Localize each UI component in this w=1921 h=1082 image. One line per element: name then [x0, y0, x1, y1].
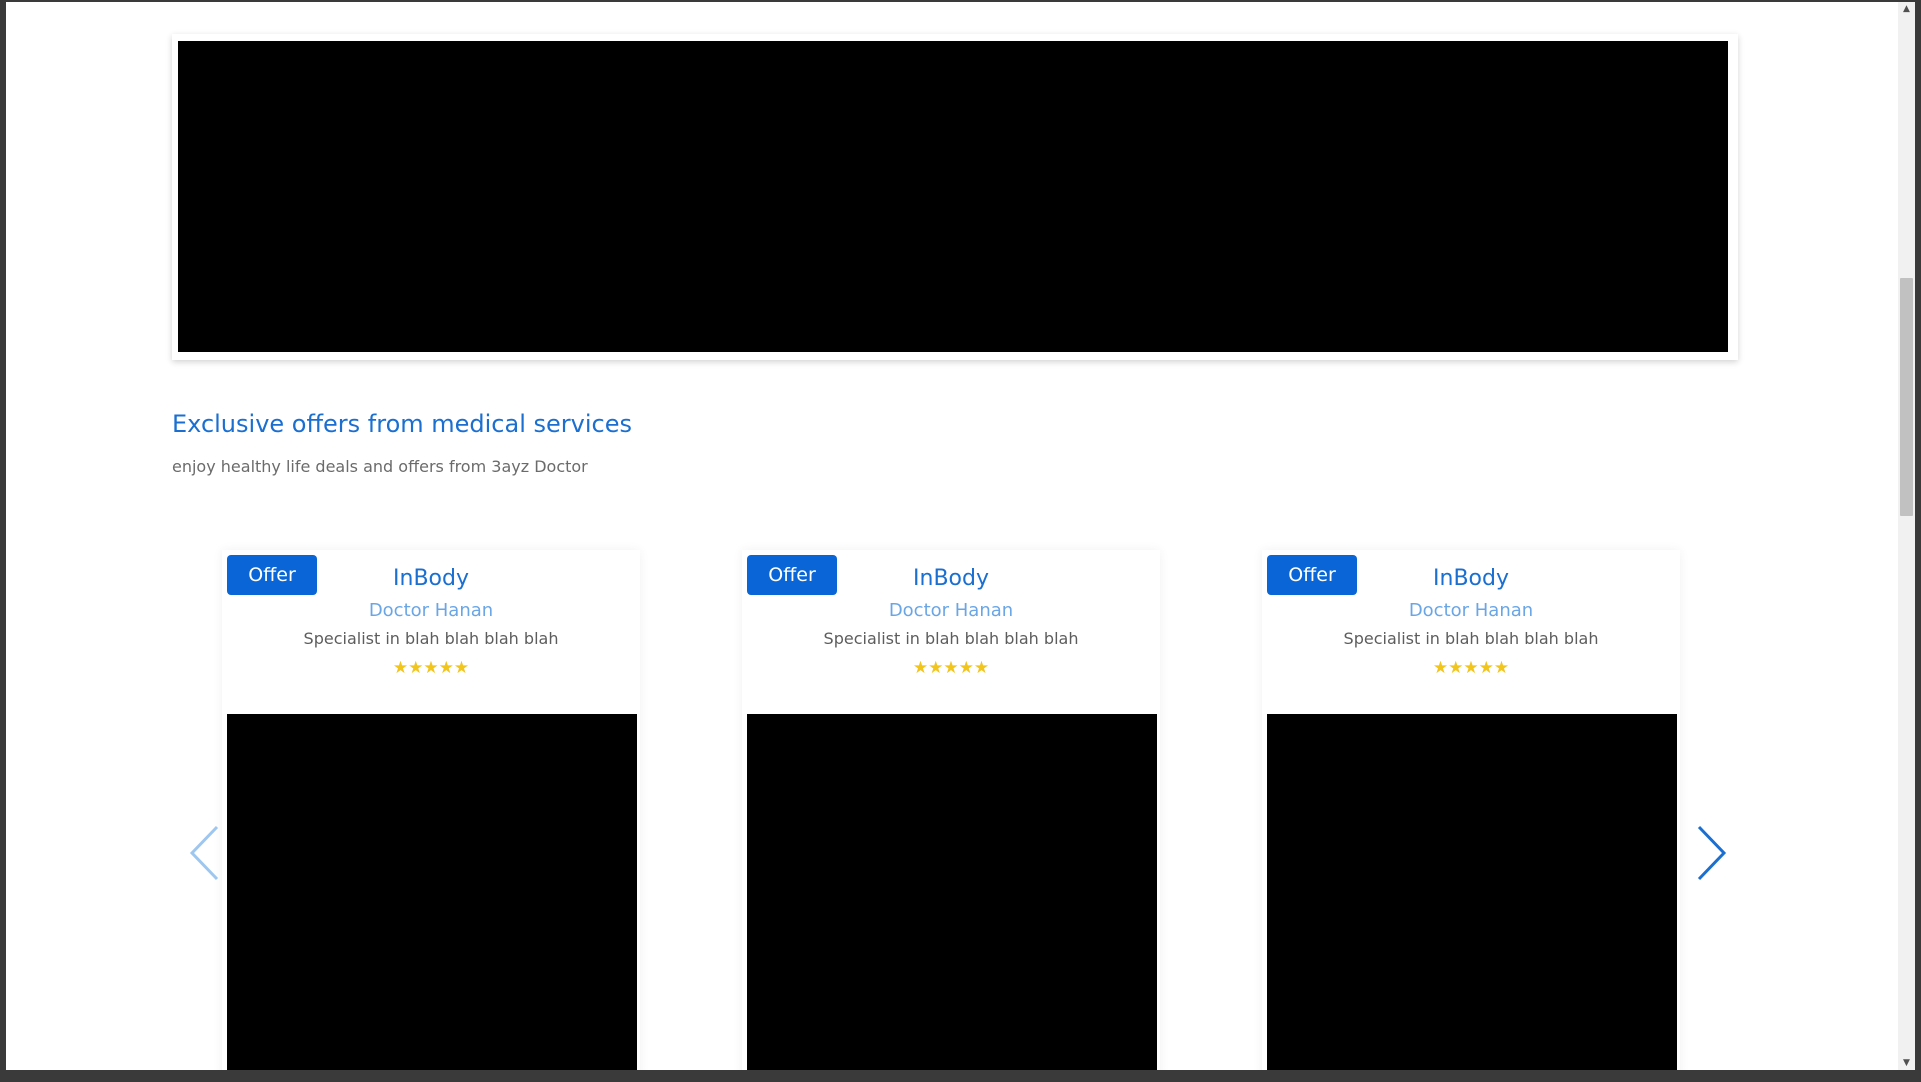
offer-card[interactable]: Offer InBody Doctor Hanan Specialist in …: [742, 550, 1160, 1070]
star-rating: ★★★★★: [222, 658, 640, 678]
card-media[interactable]: [227, 714, 637, 1070]
scrollbar-thumb[interactable]: [1900, 278, 1913, 516]
card-doctor-name[interactable]: Doctor Hanan: [742, 600, 1160, 621]
carousel-next-button[interactable]: [1692, 822, 1732, 884]
star-icon: ★: [453, 658, 470, 678]
star-rating: ★★★★★: [1262, 658, 1680, 678]
offer-card[interactable]: Offer InBody Doctor Hanan Specialist in …: [222, 550, 640, 1070]
scroll-down-icon[interactable]: ▼: [1898, 1056, 1915, 1070]
star-icon: ★: [1478, 658, 1494, 678]
star-icon: ★: [912, 658, 929, 678]
card-specialty: Specialist in blah blah blah blah: [823, 629, 1079, 648]
star-icon: ★: [1432, 658, 1449, 678]
star-icon: ★: [1448, 658, 1464, 678]
card-title[interactable]: InBody: [222, 566, 640, 591]
star-icon: ★: [1493, 658, 1510, 678]
hero-banner: [172, 34, 1738, 360]
star-icon: ★: [423, 658, 439, 678]
browser-viewport: Exclusive offers from medical services e…: [6, 2, 1898, 1070]
card-media[interactable]: [1267, 714, 1677, 1070]
card-specialty: Specialist in blah blah blah blah: [303, 629, 559, 648]
card-title[interactable]: InBody: [742, 566, 1160, 591]
star-icon: ★: [408, 658, 424, 678]
offer-card[interactable]: Offer InBody Doctor Hanan Specialist in …: [1262, 550, 1680, 1070]
vertical-scrollbar[interactable]: ▲ ▼: [1898, 2, 1915, 1070]
hero-media: [178, 41, 1728, 352]
carousel-prev-button[interactable]: [184, 822, 224, 884]
card-doctor-name[interactable]: Doctor Hanan: [1262, 600, 1680, 621]
card-specialty: Specialist in blah blah blah blah: [1343, 629, 1599, 648]
card-media[interactable]: [747, 714, 1157, 1070]
star-rating: ★★★★★: [742, 658, 1160, 678]
star-icon: ★: [943, 658, 959, 678]
star-icon: ★: [973, 658, 990, 678]
scroll-up-icon[interactable]: ▲: [1898, 2, 1915, 16]
chevron-left-icon: [189, 825, 219, 881]
star-icon: ★: [1463, 658, 1479, 678]
card-doctor-name[interactable]: Doctor Hanan: [222, 600, 640, 621]
star-icon: ★: [392, 658, 409, 678]
star-icon: ★: [928, 658, 944, 678]
chevron-right-icon: [1697, 825, 1727, 881]
section-title: Exclusive offers from medical services: [172, 410, 632, 438]
star-icon: ★: [438, 658, 454, 678]
section-subtitle: enjoy healthy life deals and offers from…: [172, 457, 588, 476]
card-title[interactable]: InBody: [1262, 566, 1680, 591]
star-icon: ★: [958, 658, 974, 678]
